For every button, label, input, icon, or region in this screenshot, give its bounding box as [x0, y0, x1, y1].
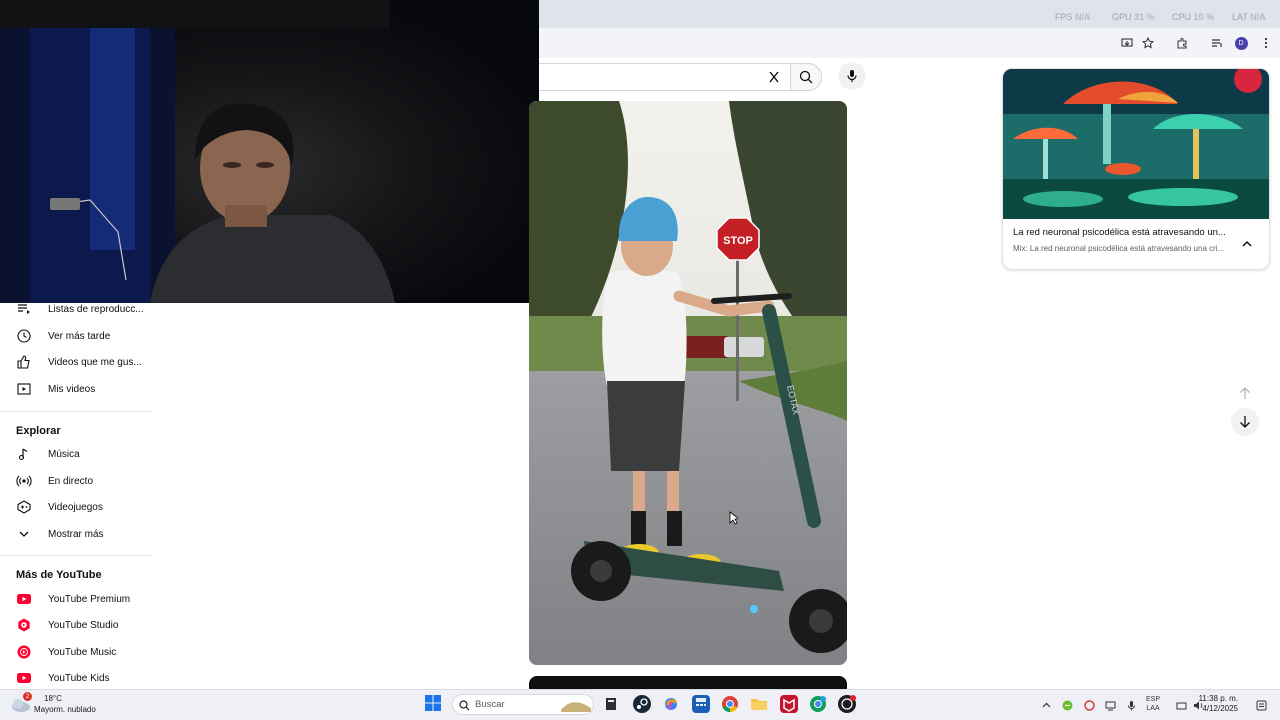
chevron-down-icon: [16, 526, 32, 542]
sidebar-item-youtube-studio[interactable]: YouTube Studio: [0, 612, 152, 638]
youtube-premium-icon: [16, 591, 32, 607]
explore-heading: Explorar: [16, 425, 61, 437]
profile-avatar-icon[interactable]: D: [1232, 34, 1250, 52]
youtube-kids-icon: [16, 670, 32, 686]
tray-app-red-icon[interactable]: [1084, 698, 1095, 711]
sidebar-item-live[interactable]: En directo: [0, 468, 152, 494]
file-explorer-app-icon[interactable]: [602, 695, 620, 713]
voice-search-button[interactable]: [838, 62, 866, 90]
fps-overlay: FPS N/A: [1055, 12, 1091, 22]
webcam-feed-image: [0, 0, 395, 303]
tray-app-green-icon[interactable]: [1062, 698, 1073, 711]
taskbar-search-box[interactable]: Buscar: [452, 694, 594, 715]
tray-microphone-icon[interactable]: [1126, 698, 1137, 711]
playlist-icon: [16, 301, 32, 317]
next-short-button[interactable]: [1231, 408, 1259, 436]
mix-thumbnail: [1003, 69, 1269, 219]
search-icon: [799, 70, 813, 84]
sidebar-item-liked-videos[interactable]: Videos que me gus...: [0, 349, 152, 375]
gpu-overlay: GPU 31 %: [1112, 12, 1155, 22]
search-button[interactable]: [790, 63, 822, 91]
extensions-icon[interactable]: [1173, 34, 1191, 52]
search-input[interactable]: [539, 63, 790, 91]
sidebar-item-my-videos[interactable]: Mis videos: [0, 376, 152, 402]
live-icon: [16, 473, 32, 489]
next-short-preview[interactable]: [529, 676, 847, 690]
mix-playlist-card[interactable]: La red neuronal psicodélica está atraves…: [1002, 68, 1270, 270]
short-video-player[interactable]: STOP EOTAX: [529, 101, 847, 665]
my-videos-icon: [16, 381, 32, 397]
taskbar-search-placeholder: Buscar: [475, 699, 505, 710]
lat-overlay: LAT N/A: [1232, 12, 1266, 22]
keyboard-language-indicator[interactable]: ESP LAA: [1146, 695, 1160, 713]
browser-menu-icon[interactable]: [1257, 34, 1275, 52]
sidebar-item-youtube-kids[interactable]: YouTube Kids: [0, 665, 152, 691]
sidebar-item-youtube-music[interactable]: YouTube Music: [0, 639, 152, 665]
sidebar-item-show-more[interactable]: Mostrar más: [0, 521, 152, 547]
sidebar: Listas de reproducc... Ver más tarde Vid…: [0, 303, 152, 688]
clock-datetime[interactable]: 11:38 p. m. 4/12/2025: [1180, 694, 1238, 714]
clear-search-icon[interactable]: [762, 66, 786, 88]
microphone-icon: [847, 70, 857, 82]
start-button[interactable]: [424, 694, 444, 714]
collapse-chevron-icon[interactable]: [1239, 235, 1255, 251]
thumbs-up-icon: [16, 354, 32, 370]
obs-app-icon[interactable]: [838, 695, 856, 713]
webcam-overlay: [0, 0, 539, 303]
install-app-icon[interactable]: [1118, 34, 1136, 52]
weather-widget[interactable]: 2 18°C Mayorm. nublado: [10, 691, 120, 718]
bookmark-star-icon[interactable]: [1139, 34, 1157, 52]
sidebar-divider: [0, 555, 152, 556]
search-highlight-icon: [561, 702, 591, 712]
copilot-app-icon[interactable]: [662, 695, 680, 713]
media-queue-icon[interactable]: [1208, 34, 1226, 52]
mix-title[interactable]: La red neuronal psicodélica está atraves…: [1013, 227, 1238, 238]
youtube-studio-icon: [16, 617, 32, 633]
chrome-profile-app-icon[interactable]: [809, 695, 827, 713]
tray-network-icon[interactable]: [1105, 698, 1116, 711]
weather-temperature: 18°C: [44, 694, 62, 703]
short-video-frame: STOP EOTAX: [529, 101, 847, 665]
more-from-youtube-heading: Más de YouTube: [16, 569, 102, 581]
stop-sign-text: STOP: [723, 235, 753, 247]
tray-overflow-chevron-icon[interactable]: [1041, 698, 1052, 709]
sidebar-item-music[interactable]: Música: [0, 441, 152, 467]
youtube-music-icon: [16, 644, 32, 660]
steam-app-icon[interactable]: [633, 695, 651, 713]
cpu-overlay: CPU 10 %: [1172, 12, 1215, 22]
sidebar-item-youtube-premium[interactable]: YouTube Premium: [0, 586, 152, 612]
chrome-app-icon[interactable]: [721, 695, 739, 713]
previous-short-button[interactable]: [1231, 379, 1259, 407]
weather-badge: 2: [23, 692, 32, 701]
clock-icon: [16, 328, 32, 344]
sidebar-divider: [0, 411, 152, 412]
sidebar-item-playlists[interactable]: Listas de reproducc...: [0, 296, 152, 322]
notifications-icon[interactable]: [1256, 698, 1267, 711]
search-icon: [459, 700, 470, 711]
mix-subtitle: Mix: La red neuronal psicodélica está at…: [1013, 244, 1225, 253]
sidebar-item-gaming[interactable]: Videojuegos: [0, 494, 152, 520]
gamepad-icon: [16, 499, 32, 515]
mcafee-app-icon[interactable]: [780, 695, 798, 713]
calculator-app-icon[interactable]: [692, 695, 710, 713]
windows-logo-icon: [425, 695, 441, 711]
mouse-cursor-icon: [729, 511, 738, 525]
folder-app-icon[interactable]: [750, 695, 768, 713]
weather-description: Mayorm. nublado: [34, 705, 96, 714]
arrow-up-icon: [1240, 387, 1250, 399]
music-note-icon: [16, 446, 32, 462]
arrow-down-icon: [1240, 416, 1250, 428]
sidebar-item-watch-later[interactable]: Ver más tarde: [0, 323, 152, 349]
